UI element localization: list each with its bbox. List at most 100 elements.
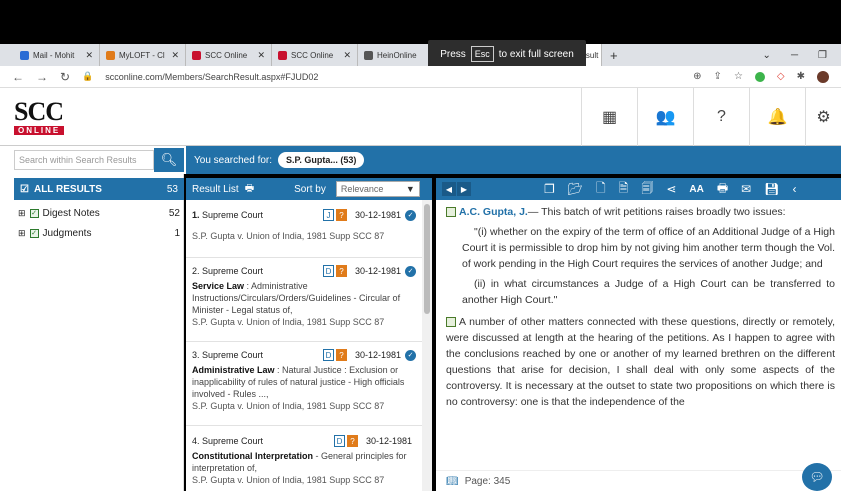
doc-type-badge[interactable]: D — [333, 435, 345, 447]
url-field[interactable]: scconline.com/Members/SearchResult.aspx#… — [105, 72, 681, 82]
search-button[interactable]: 🔍︎ — [154, 148, 184, 172]
sort-label: Sort by — [294, 183, 326, 195]
page-indicator: 📖︎ Page: 345 — [436, 470, 841, 491]
all-results-filter[interactable]: ☑ ALL RESULTS 53 — [14, 178, 184, 200]
checkbox-checked-icon[interactable]: ✓ — [29, 208, 39, 218]
browser-tab[interactable]: Mail - Mohit ✕ — [14, 44, 100, 66]
quote-text: "(i) whether on the expiry of the term o… — [462, 226, 835, 270]
result-list-title: Result List — [192, 183, 239, 195]
doc-type-badge[interactable]: J — [322, 209, 334, 221]
close-tab-icon[interactable]: ✕ — [85, 50, 93, 61]
tab-favicon-icon — [20, 50, 29, 60]
result-date: 30-12-1981 — [354, 350, 401, 360]
next-doc-icon[interactable]: ▶ — [457, 182, 471, 196]
checkmark-icon[interactable]: ✓ — [405, 349, 416, 361]
search-within-input[interactable]: Search within Search Results — [14, 150, 154, 170]
checkbox-checked-icon[interactable]: ✓ — [29, 228, 39, 238]
quote-text: (ii) in what circumstances a Judge of a … — [462, 278, 835, 306]
result-citation[interactable]: S.P. Gupta v. Union of India, 1981 Supp … — [192, 230, 416, 243]
document-pdf-icon[interactable]: 🗐 — [641, 179, 653, 200]
bookmark-star-icon[interactable]: ☆ — [734, 71, 743, 82]
browser-tab[interactable]: SCC Online ✕ — [186, 44, 272, 66]
all-results-count: 53 — [166, 183, 178, 195]
sort-select[interactable]: Relevance ▼ — [335, 181, 420, 197]
extension-icon[interactable]: ◇ — [777, 71, 785, 82]
open-badge-icon[interactable]: ? — [335, 209, 347, 221]
print-icon[interactable]: 🖶 — [245, 181, 254, 198]
profile-avatar[interactable] — [817, 70, 829, 83]
tab-title: MyLOFT - Cl — [119, 50, 165, 60]
expand-plus-icon[interactable]: ⊞ — [18, 208, 26, 219]
zoom-icon[interactable]: ⊕ — [693, 71, 701, 82]
result-court: Supreme Court — [202, 210, 264, 220]
share-icon[interactable]: ⋖ — [666, 182, 676, 196]
forward-icon[interactable]: → — [36, 70, 48, 84]
result-date: 30-12-1981 — [354, 210, 401, 220]
more-icon[interactable]: ‹ — [792, 182, 796, 196]
checkmark-icon[interactable]: ✓ — [405, 265, 416, 277]
result-item[interactable]: 1. Supreme Court J? 30-12-1981 ✓ S.P. Gu… — [186, 200, 422, 258]
restore-icon[interactable]: ❐ — [818, 50, 827, 61]
tab-search-icon[interactable]: ⌄ — [763, 50, 771, 61]
book-icon: 📖︎ — [446, 475, 459, 487]
email-icon[interactable]: ✉ — [741, 182, 751, 196]
result-citation[interactable]: S.P. Gupta v. Union of India, 1981 Supp … — [192, 400, 416, 413]
font-size-icon[interactable]: AA — [689, 184, 703, 195]
result-citation[interactable]: S.P. Gupta v. Union of India, 1981 Supp … — [192, 474, 416, 487]
esc-key: Esc — [470, 46, 494, 62]
open-badge-icon[interactable]: ? — [335, 349, 347, 361]
notification-bell-icon[interactable]: 🔔 — [749, 88, 805, 146]
doc-type-badge[interactable]: D — [322, 265, 334, 277]
close-tab-icon[interactable]: ✕ — [343, 50, 351, 61]
extension-icon[interactable] — [754, 71, 765, 82]
paragraph-marker-icon[interactable] — [446, 317, 456, 328]
new-tab-icon[interactable]: + — [602, 48, 626, 63]
tab-title: SCC Online — [291, 50, 334, 60]
extensions-puzzle-icon[interactable]: ✱ — [797, 71, 805, 82]
checkbox-checked-icon[interactable]: ☑ — [20, 184, 29, 195]
document-export-icon[interactable]: 🗎 — [619, 179, 629, 200]
paragraph: A number of other matters connected with… — [446, 314, 835, 410]
back-icon[interactable]: ← — [12, 70, 24, 84]
result-item[interactable]: 4. Supreme Court D? 30-12-1981 Constitut… — [186, 426, 422, 491]
filter-item-digest-notes[interactable]: ⊞ ✓ Digest Notes 52 — [14, 204, 184, 222]
help-icon[interactable]: ? — [693, 88, 749, 146]
chat-icon[interactable]: 💬︎ — [802, 463, 832, 491]
result-court: Supreme Court — [202, 350, 264, 360]
expand-plus-icon[interactable]: ⊞ — [18, 228, 26, 239]
checkmark-icon[interactable]: ✓ — [405, 209, 416, 221]
doc-type-badge[interactable]: D — [322, 349, 334, 361]
open-badge-icon[interactable]: ? — [335, 265, 347, 277]
apps-grid-icon[interactable]: ▦ — [581, 88, 637, 146]
open-folder-icon[interactable]: 📂︎ — [568, 182, 583, 196]
reload-icon[interactable]: ↻ — [60, 70, 70, 84]
result-item[interactable]: 2. Supreme Court D? 30-12-1981 ✓ Service… — [186, 258, 422, 342]
scrollbar-thumb[interactable] — [424, 204, 430, 314]
save-icon[interactable]: 💾︎ — [764, 182, 779, 196]
open-badge-icon[interactable]: ? — [346, 435, 358, 447]
paragraph-text: A number of other matters connected with… — [446, 316, 835, 408]
document-icon[interactable]: 🗋 — [596, 179, 606, 200]
result-citation[interactable]: S.P. Gupta v. Union of India, 1981 Supp … — [192, 316, 416, 329]
scc-online-logo[interactable]: SCC ONLINE — [14, 97, 84, 135]
users-icon[interactable]: 👥 — [637, 88, 693, 146]
copy-icon[interactable]: ❐ — [544, 182, 555, 196]
close-tab-icon[interactable]: ✕ — [171, 50, 179, 61]
filter-label: Judgments — [42, 227, 92, 239]
browser-tab[interactable]: MyLOFT - Cl ✕ — [100, 44, 186, 66]
close-tab-icon[interactable]: ✕ — [257, 50, 265, 61]
query-chip[interactable]: S.P. Gupta... (53) — [278, 152, 365, 168]
browser-tab[interactable]: SCC Online ✕ — [272, 44, 358, 66]
share-icon[interactable]: ⇪ — [714, 71, 722, 82]
search-icon: 🔍︎ — [160, 152, 178, 167]
print-icon[interactable]: 🖶 — [717, 179, 728, 200]
tab-favicon-icon — [106, 50, 115, 60]
settings-gear-icon[interactable]: ⚙ — [805, 88, 841, 146]
logo-subtext: ONLINE — [14, 126, 65, 135]
minimize-icon[interactable]: ─ — [791, 50, 798, 61]
prev-doc-icon[interactable]: ◀ — [442, 182, 456, 196]
logo-text: SCC — [14, 97, 64, 126]
filter-item-judgments[interactable]: ⊞ ✓ Judgments 1 — [14, 224, 184, 242]
result-item[interactable]: 3. Supreme Court D? 30-12-1981 ✓ Adminis… — [186, 342, 422, 426]
paragraph-marker-icon[interactable] — [446, 207, 456, 218]
